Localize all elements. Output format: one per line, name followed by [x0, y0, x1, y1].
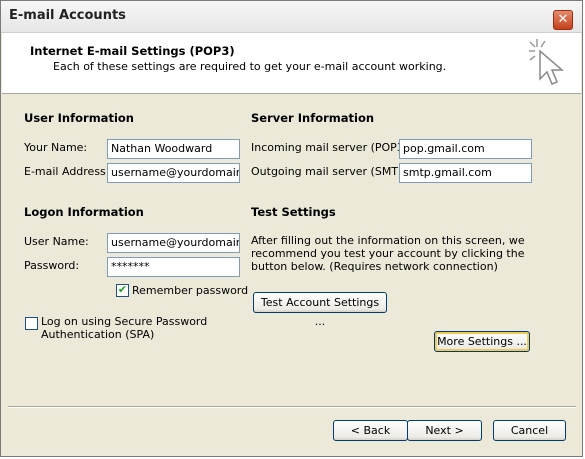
user-info-heading: User Information: [24, 111, 134, 125]
your-name-input[interactable]: Nathan Woodward: [107, 139, 240, 159]
close-button[interactable]: ✕: [553, 10, 573, 30]
more-settings-button[interactable]: More Settings ...: [434, 331, 530, 352]
spa-checkbox[interactable]: [25, 317, 38, 330]
password-label: Password:: [24, 259, 80, 272]
back-button[interactable]: < Back: [333, 420, 408, 441]
your-name-label: Your Name:: [24, 141, 88, 154]
password-input[interactable]: *******: [107, 257, 240, 277]
email-address-label: E-mail Address:: [24, 165, 110, 178]
header-subtitle: Each of these settings are required to g…: [53, 60, 447, 73]
user-name-label: User Name:: [24, 235, 89, 248]
outgoing-server-label: Outgoing mail server (SMTP):: [251, 165, 413, 178]
logon-info-heading: Logon Information: [24, 205, 144, 219]
cancel-button[interactable]: Cancel: [493, 420, 566, 441]
window-title: E-mail Accounts: [9, 8, 126, 23]
outgoing-server-input[interactable]: smtp.gmail.com: [399, 163, 532, 183]
incoming-server-input[interactable]: pop.gmail.com: [399, 139, 532, 159]
spa-label-line1[interactable]: Log on using Secure Password: [41, 315, 207, 328]
email-address-input[interactable]: username@yourdomain.com: [107, 163, 240, 183]
remember-password-checkbox[interactable]: ✔: [116, 284, 129, 297]
cursor-sparkle-icon: [529, 39, 565, 85]
incoming-server-label: Incoming mail server (POP3):: [251, 141, 412, 154]
test-settings-desc-line3: button below. (Requires network connecti…: [251, 260, 498, 273]
email-accounts-dialog: E-mail Accounts ✕ Internet E-mail Settin…: [0, 0, 583, 457]
spa-label-line2[interactable]: Authentication (SPA): [41, 328, 154, 341]
user-name-input[interactable]: username@yourdomain.com: [107, 233, 240, 253]
test-settings-heading: Test Settings: [251, 205, 336, 219]
test-settings-desc-line2: recommend you test your account by click…: [251, 247, 525, 260]
server-info-heading: Server Information: [251, 111, 375, 125]
test-account-settings-button[interactable]: Test Account Settings ...: [253, 292, 387, 328]
next-button[interactable]: Next >: [407, 420, 482, 441]
remember-password-label[interactable]: Remember password: [132, 284, 248, 297]
footer-divider: [8, 406, 576, 408]
header-title: Internet E-mail Settings (POP3): [30, 44, 235, 58]
dialog-header: Internet E-mail Settings (POP3) Each of …: [2, 33, 581, 94]
title-bar[interactable]: E-mail Accounts ✕: [1, 1, 582, 33]
test-settings-desc-line1: After filling out the information on thi…: [251, 234, 525, 247]
